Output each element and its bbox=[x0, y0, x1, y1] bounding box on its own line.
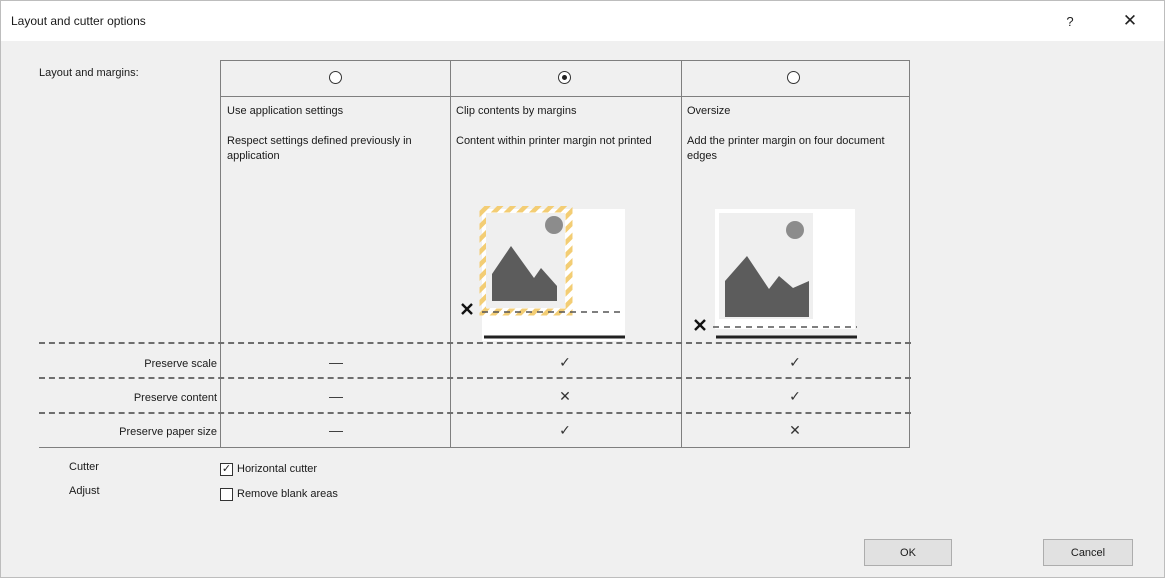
row-label-preserve-paper-size: Preserve paper size bbox=[119, 426, 217, 438]
title-bar: Layout and cutter options ? ✕ bbox=[1, 1, 1164, 41]
radio-use-application-settings[interactable] bbox=[329, 71, 342, 84]
cancel-button[interactable]: Cancel bbox=[1043, 539, 1133, 566]
close-icon: ✕ bbox=[1122, 11, 1138, 30]
adjust-label: Adjust bbox=[69, 485, 100, 497]
ok-button[interactable]: OK bbox=[864, 539, 952, 566]
cell-value: ✓ bbox=[559, 422, 571, 438]
row-divider bbox=[39, 412, 911, 414]
cell-value: ✓ bbox=[559, 354, 571, 370]
horizontal-cutter-label: Horizontal cutter bbox=[237, 463, 318, 475]
grid-divider bbox=[681, 60, 682, 448]
layout-cutter-dialog: Layout and cutter options ? ✕ Layout and… bbox=[0, 0, 1165, 578]
radio-oversize[interactable] bbox=[787, 71, 800, 84]
scissors-icon bbox=[461, 303, 473, 315]
row-divider bbox=[39, 447, 220, 448]
row-label-preserve-content: Preserve content bbox=[133, 392, 217, 404]
help-button[interactable]: ? bbox=[1055, 9, 1085, 33]
cell-value: ✕ bbox=[559, 388, 571, 404]
cell-value: ✕ bbox=[789, 422, 801, 438]
remove-blank-areas-label: Remove blank areas bbox=[237, 488, 338, 500]
cell-value: ✓ bbox=[789, 388, 801, 404]
layout-margins-label: Layout and margins: bbox=[39, 67, 139, 79]
row-divider bbox=[39, 342, 911, 344]
option-desc-clip-contents: Content within printer margin not printe… bbox=[456, 135, 652, 147]
horizontal-cutter-checkbox[interactable]: ✓ bbox=[220, 463, 233, 476]
cell-value: — bbox=[329, 354, 343, 370]
option-desc-oversize: Add the printer margin on four document … bbox=[687, 135, 885, 162]
clip-illustration bbox=[461, 206, 625, 341]
grid-divider bbox=[450, 60, 451, 448]
row-divider bbox=[39, 377, 911, 379]
cutter-label: Cutter bbox=[69, 461, 99, 473]
cell-value: — bbox=[329, 388, 343, 404]
option-title-clip-contents: Clip contents by margins bbox=[456, 105, 577, 117]
close-button[interactable]: ✕ bbox=[1115, 9, 1145, 33]
cell-value: — bbox=[329, 422, 343, 438]
help-icon: ? bbox=[1066, 13, 1074, 29]
oversize-illustration bbox=[694, 209, 857, 339]
option-title-oversize: Oversize bbox=[687, 105, 731, 117]
dialog-title: Layout and cutter options bbox=[11, 14, 146, 28]
header-divider bbox=[220, 96, 910, 97]
option-title-use-application-settings: Use application settings bbox=[227, 105, 344, 117]
row-label-preserve-scale: Preserve scale bbox=[144, 358, 217, 370]
scissors-icon bbox=[694, 319, 706, 331]
remove-blank-areas-checkbox[interactable] bbox=[220, 488, 233, 501]
cell-value: ✓ bbox=[789, 354, 801, 370]
option-desc-use-application-settings: Respect settings defined previously in a… bbox=[227, 135, 412, 162]
radio-clip-contents-by-margins[interactable] bbox=[558, 71, 571, 84]
